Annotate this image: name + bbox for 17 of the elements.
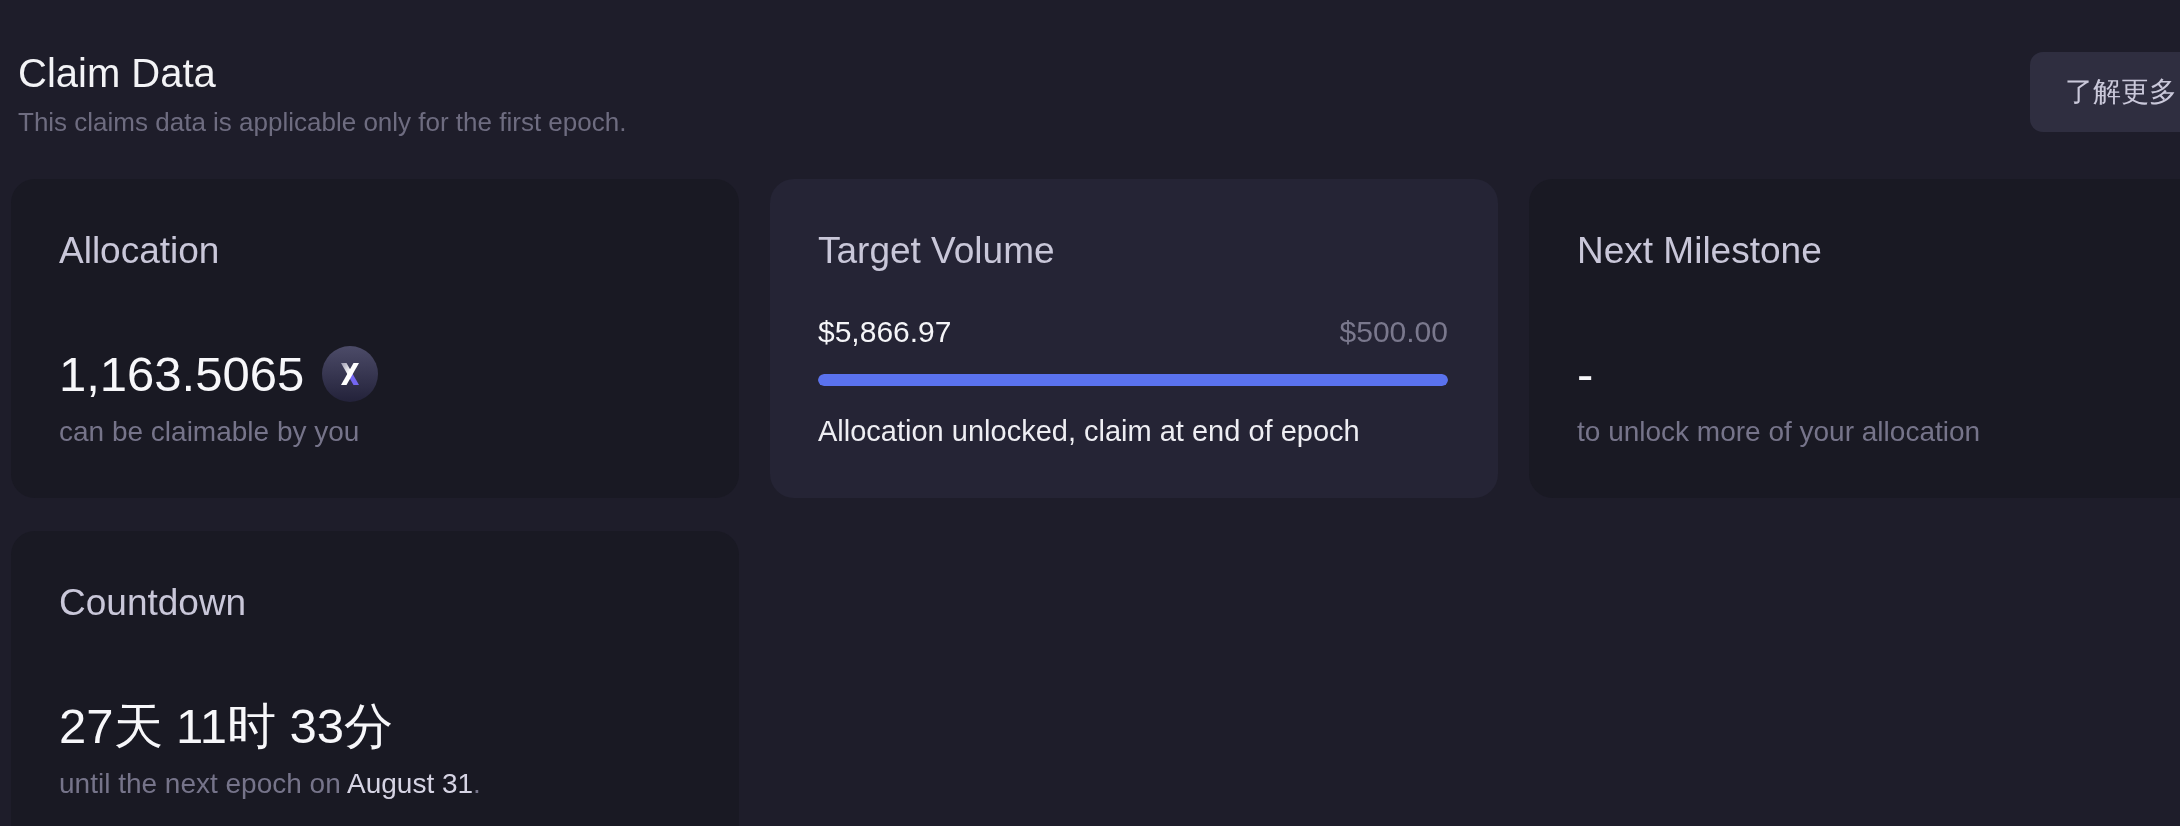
stat-value: - [1577,346,1594,403]
stat-caption: can be claimable by you [59,415,361,449]
stat-value: 27天 11时 33分 [59,698,394,755]
coin-icon [322,346,379,402]
current-amount: $5,866.97 [818,314,952,350]
page-subtitle: This claims data is applicable only for the first epoch. [18,106,627,138]
card-title: Target Volume [818,229,1056,273]
card-title: Allocation [59,229,221,273]
stat-value: 1,163.5065 [59,346,305,403]
card-title: Next Milestone [1577,229,1823,273]
stat-caption: until the next epoch on August 31. [59,767,482,801]
progress-caption: Allocation unlocked, claim at end of epoch [818,414,1361,448]
card-title: Countdown [59,581,248,625]
stat-caption: to unlock more of your allocation [1577,415,1982,449]
page-title: Claim Data [18,50,217,97]
learn-more-button[interactable]: 了解更多 [2030,52,2180,132]
target-amount: $500.00 [1339,314,1448,350]
